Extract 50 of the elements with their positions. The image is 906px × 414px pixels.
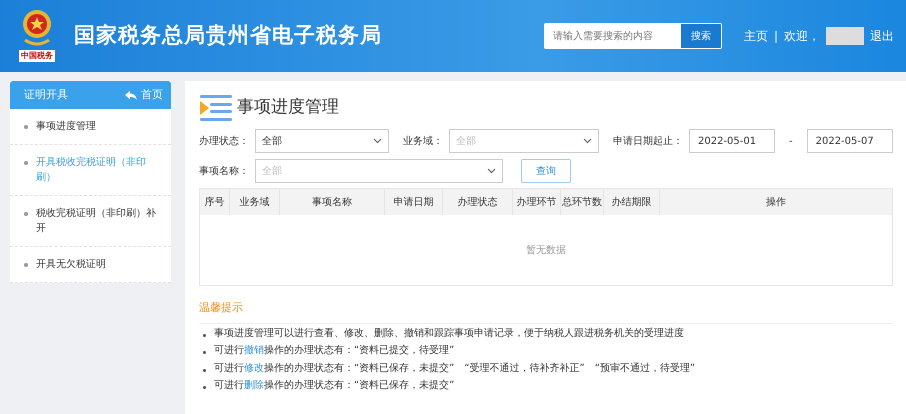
filter-label: 办理状态： bbox=[199, 134, 249, 148]
column-header: 事项名称 bbox=[312, 196, 352, 210]
column-header: 序号 bbox=[204, 196, 224, 210]
separator: | bbox=[774, 28, 778, 45]
sidebar-item[interactable]: 开具税收完税证明（非印刷） bbox=[10, 145, 171, 196]
nav-link[interactable]: 主页 bbox=[744, 27, 768, 45]
column-header: 业务域 bbox=[240, 196, 270, 210]
sidebar-item[interactable]: 开具无欠税证明 bbox=[10, 247, 171, 283]
column-header: 总环节数 bbox=[562, 196, 602, 210]
date-field[interactable]: 2022-05-01 bbox=[689, 129, 775, 153]
filter-label: 业务域： bbox=[403, 134, 443, 148]
column-header: 申请日期 bbox=[394, 196, 434, 210]
select-field[interactable]: 全部 bbox=[255, 129, 389, 153]
chevron-down-icon bbox=[583, 138, 592, 144]
sidebar-item[interactable]: 事项进度管理 bbox=[10, 109, 171, 145]
query-button[interactable]: 查询 bbox=[521, 159, 571, 183]
page-title: 事项进度管理 bbox=[237, 96, 339, 120]
sidebar-item[interactable]: 税收完税证明（非印刷）补开 bbox=[10, 196, 171, 247]
column-header: 办结期限 bbox=[612, 196, 652, 210]
column-header: 办理状态 bbox=[458, 196, 498, 210]
site-title: 国家税务总局贵州省电子税务局 bbox=[74, 22, 382, 50]
home-link[interactable]: 首页 bbox=[125, 86, 163, 104]
logout-link[interactable]: 退出 bbox=[870, 27, 894, 45]
select-field[interactable]: 全部 bbox=[449, 129, 599, 153]
chevron-down-icon bbox=[373, 138, 382, 144]
search-button[interactable]: 搜索 bbox=[680, 24, 721, 48]
tip-link[interactable]: 修改 bbox=[244, 362, 264, 374]
list-icon bbox=[199, 95, 233, 121]
tip-link[interactable]: 删除 bbox=[244, 380, 264, 391]
tip-text: 可进行修改操作的办理状态有：“资料已保存，未提交” “受理不通过，待补齐补正” “预审不通过，待受理” bbox=[214, 362, 696, 376]
filter-label: 事项名称： bbox=[199, 164, 249, 178]
chevron-down-icon bbox=[487, 168, 496, 174]
tip-text: 可进行撤销操作的办理状态有：“资料已提交，待受理” bbox=[214, 344, 454, 358]
filter-label: 申请日期起止： bbox=[613, 134, 683, 148]
column-header: 操作 bbox=[766, 196, 786, 210]
redacted-name-block bbox=[826, 27, 864, 45]
emblem-caption: 中国税务 bbox=[19, 50, 55, 62]
column-header: 办理环节 bbox=[516, 196, 556, 210]
tip-link[interactable]: 撤销 bbox=[244, 345, 264, 356]
tip-text: 事项进度管理可以进行查看、修改、删除、撤销和跟踪事项申请记录，便于纳税人跟进税务机关的受理进度 bbox=[214, 326, 684, 340]
nav-link[interactable]: 欢迎， bbox=[784, 27, 820, 45]
select-field[interactable]: 全部 bbox=[255, 159, 503, 183]
empty-message: 暂无数据 bbox=[526, 244, 566, 258]
date-field[interactable]: 2022-05-07 bbox=[806, 129, 893, 153]
tips-title: 温馨提示 bbox=[199, 301, 243, 314]
range-separator: - bbox=[789, 134, 793, 148]
back-arrow-icon bbox=[125, 90, 137, 100]
sidebar-title: 证明开具 bbox=[24, 86, 68, 103]
tip-text: 可进行删除操作的办理状态有：“资料已保存，未提交” bbox=[214, 379, 454, 393]
search-field[interactable]: 请输入需要搜索的内容 搜索 bbox=[544, 23, 722, 49]
